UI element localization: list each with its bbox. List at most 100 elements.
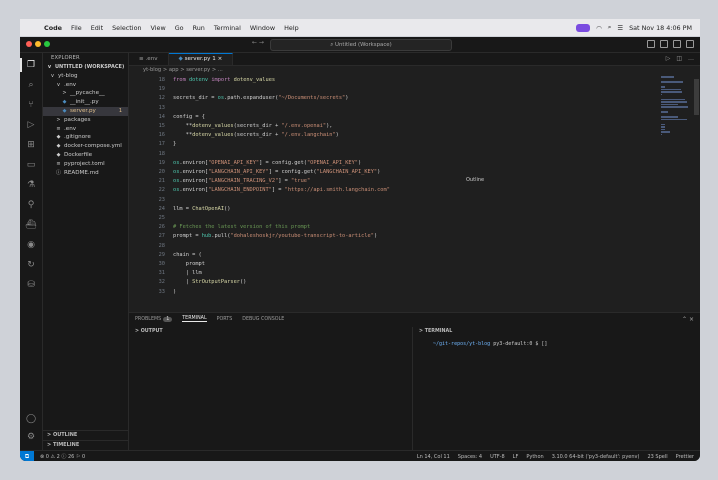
menu-edit[interactable]: Edit	[91, 24, 103, 32]
tree-item[interactable]: v yt-blog	[43, 72, 128, 81]
tree-item[interactable]: ≡ .env	[43, 125, 128, 134]
minimize-window-button[interactable]	[35, 41, 41, 47]
minimap-line	[661, 91, 682, 93]
status-item[interactable]: Prettier	[676, 454, 694, 460]
status-item[interactable]: LF	[513, 454, 519, 460]
tree-item[interactable]: > packages	[43, 116, 128, 125]
code-editor[interactable]: 18 from dotenv import dotenv_values 19 12 se…	[129, 75, 659, 312]
code-line: | StrOutputParser()	[173, 279, 247, 286]
recording-icon[interactable]	[576, 23, 591, 32]
line-number: 18	[158, 77, 165, 83]
line-number: 16	[158, 132, 165, 139]
extensions-icon[interactable]: ⊞	[25, 139, 37, 151]
copilot-icon[interactable]: ◉	[25, 239, 37, 251]
problems-status[interactable]: ⊗ 0 ⚠ 2 ⓘ 26 ⚐ 0	[40, 453, 85, 460]
flask-icon[interactable]: ⚲	[25, 199, 37, 211]
menu-app-name[interactable]: Code	[44, 24, 62, 32]
search-icon[interactable]: ⌕	[25, 79, 37, 91]
minimap[interactable]	[661, 75, 691, 155]
tree-item[interactable]: ◆ __init__.py	[43, 98, 128, 107]
line-number: 30	[158, 261, 165, 267]
tab-problems[interactable]: PROBLEMS 1	[135, 316, 173, 322]
tree-item[interactable]: ◆ .gitignore	[43, 133, 128, 142]
line-number: 13	[158, 104, 165, 111]
toggle-sidebar-icon[interactable]	[647, 40, 655, 48]
minimap-line	[661, 98, 685, 100]
run-debug-icon[interactable]: ▷	[25, 119, 37, 131]
tab-env[interactable]: ≡ .env	[129, 53, 169, 65]
tree-item[interactable]: ◆ Dockerfile	[43, 151, 128, 160]
remote-explorer-icon[interactable]: ▭	[25, 159, 37, 171]
panel-tabs: PROBLEMS 1 TERMINAL PORTS DEBUG CONSOLE ⌃…	[129, 313, 700, 325]
docker-icon[interactable]: ⛴	[25, 219, 37, 231]
breadcrumb[interactable]: yt-blog > app > server.py > ...	[129, 66, 683, 75]
status-item[interactable]: Ln 14, Col 11	[417, 454, 450, 460]
menu-go[interactable]: Go	[175, 24, 184, 32]
tree-item[interactable]: ⓘ README.md	[43, 169, 128, 178]
output-pane[interactable]: > OUTPUT	[129, 327, 413, 451]
status-item[interactable]: Spaces: 4	[458, 454, 482, 460]
status-item[interactable]: Python	[526, 454, 543, 460]
nav-arrows-icon[interactable]: ← →	[252, 39, 264, 46]
live-share-icon[interactable]: ↻	[25, 259, 37, 271]
run-file-icon[interactable]: ▷	[666, 53, 671, 65]
output-title: > OUTPUT	[135, 329, 163, 334]
tab-ports[interactable]: PORTS	[217, 317, 233, 322]
code-line: | llm	[173, 270, 202, 277]
manage-gear-icon[interactable]: ⚙	[25, 431, 37, 443]
menu-run[interactable]: Run	[193, 24, 205, 32]
menu-help[interactable]: Help	[284, 24, 299, 32]
tree-item[interactable]: v .env	[43, 81, 128, 90]
menu-file[interactable]: File	[71, 24, 82, 32]
status-item[interactable]: 23 Spell	[647, 454, 667, 460]
editor-scrollbar[interactable]	[694, 75, 699, 312]
explorer-icon[interactable]: ❐	[20, 58, 37, 72]
tree-item[interactable]: ≡ pyproject.toml	[43, 160, 128, 169]
close-tab-icon[interactable]: ×	[218, 56, 223, 62]
minimap-line	[661, 88, 681, 90]
testing-icon[interactable]: ⚗	[25, 179, 37, 191]
control-center-icon[interactable]: ☰	[617, 24, 623, 32]
search-icon[interactable]: ⌕	[608, 23, 612, 32]
tree-item[interactable]: ◆ docker-compose.yml	[43, 142, 128, 151]
minimap-line	[661, 116, 679, 118]
terminal-prompt[interactable]: ~/git-repos/yt-blog py3-default:0 $ []	[433, 341, 547, 347]
problems-count-badge: 1	[163, 316, 173, 322]
source-control-icon[interactable]: ⑂	[25, 99, 37, 111]
menubar-datetime[interactable]: Sat Nov 18 4:06 PM	[629, 24, 692, 32]
workspace-root[interactable]: v UNTITLED (WORKSPACE)	[43, 63, 128, 72]
close-panel-icon[interactable]: ×	[689, 316, 694, 323]
tab-server-py[interactable]: ◆ server.py 1 ×	[168, 53, 234, 65]
tree-item[interactable]: > __pycache__	[43, 89, 128, 98]
database-icon[interactable]: ⛁	[25, 279, 37, 291]
command-center-search[interactable]: ⌕ Untitled (Workspace)	[270, 39, 452, 51]
status-item[interactable]: 3.10.0 64-bit ('py3-default': pyenv)	[552, 454, 640, 460]
menu-selection[interactable]: Selection	[112, 24, 141, 32]
tree-item[interactable]: ◆ server.py 1	[43, 106, 128, 116]
maximize-panel-icon[interactable]: ⌃	[682, 316, 687, 323]
split-editor-icon[interactable]: ◫	[676, 53, 682, 65]
tree-item-label: packages	[64, 116, 91, 123]
timeline-section[interactable]: > TIMELINE	[43, 440, 128, 450]
maximize-window-button[interactable]	[44, 41, 50, 47]
status-item[interactable]: UTF-8	[490, 454, 505, 460]
menu-terminal[interactable]: Terminal	[214, 24, 241, 32]
customize-layout-icon[interactable]	[686, 40, 694, 48]
menu-view[interactable]: View	[151, 24, 166, 32]
tab-debug-console[interactable]: DEBUG CONSOLE	[242, 317, 284, 322]
outline-section[interactable]: > OUTLINE	[43, 430, 128, 440]
terminal-pane[interactable]: > TERMINAL ~/git-repos/yt-blog py3-defau…	[413, 327, 700, 451]
remote-indicator-icon[interactable]: ⧉	[20, 451, 34, 461]
close-window-button[interactable]	[26, 41, 32, 47]
code-line: os.environ["LANGCHAIN_ENDPOINT"] = "http…	[173, 187, 390, 194]
tab-terminal[interactable]: TERMINAL	[182, 316, 207, 322]
toggle-secondary-sidebar-icon[interactable]	[673, 40, 681, 48]
account-icon[interactable]: ◯	[25, 413, 37, 425]
macos-menubar: Code File Edit Selection View Go Run Ter…	[20, 19, 700, 36]
toggle-panel-icon[interactable]	[660, 40, 668, 48]
scrollbar-thumb[interactable]	[694, 79, 699, 115]
more-actions-icon[interactable]: …	[688, 53, 694, 65]
menu-window[interactable]: Window	[250, 24, 275, 32]
wifi-icon[interactable]: ◠	[596, 24, 602, 32]
tree-item-label: yt-blog	[58, 72, 78, 79]
